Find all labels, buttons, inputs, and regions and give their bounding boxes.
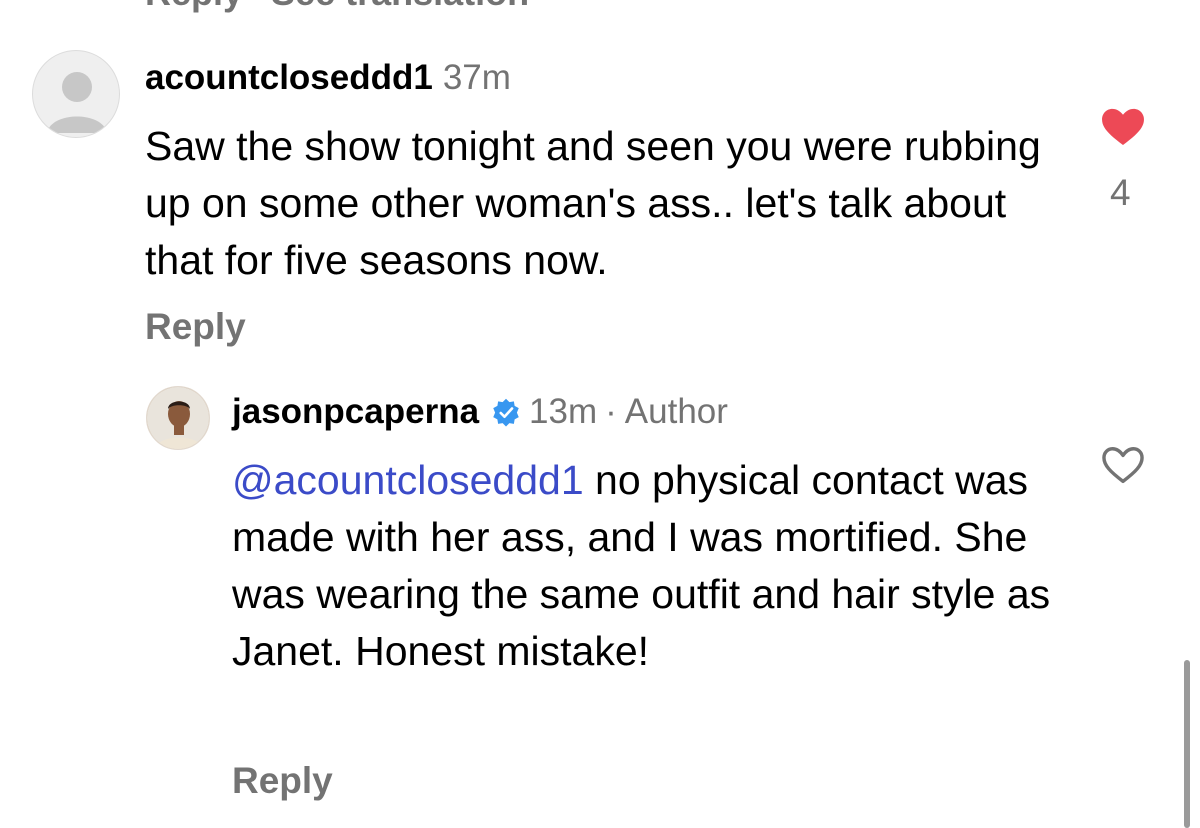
like-button[interactable] xyxy=(1100,444,1146,484)
comment-text: Saw the show tonight and seen you were r… xyxy=(145,123,1041,283)
like-count: 4 xyxy=(1110,172,1131,213)
heart-outline-icon xyxy=(1102,447,1144,484)
reply-button[interactable]: Reply xyxy=(232,760,333,802)
author-label: Author xyxy=(624,392,728,431)
comment-header: jasonpcaperna 13m · Author xyxy=(232,392,728,432)
verified-badge-icon xyxy=(491,397,521,427)
reply-button[interactable]: Reply xyxy=(145,306,246,348)
heart-filled-icon xyxy=(1102,108,1144,146)
avatar[interactable] xyxy=(146,386,210,450)
comment-header: acountcloseddd1 37m xyxy=(145,58,511,98)
like-button[interactable] xyxy=(1100,106,1146,146)
username[interactable]: acountcloseddd1 xyxy=(145,58,433,97)
previous-comment-actions: Reply See translation xyxy=(145,0,529,14)
timestamp: 37m xyxy=(442,58,511,97)
see-translation-link[interactable]: See translation xyxy=(271,0,529,13)
separator: · xyxy=(605,392,617,431)
default-avatar-icon xyxy=(47,72,107,133)
username[interactable]: jasonpcaperna xyxy=(232,392,479,432)
avatar[interactable] xyxy=(32,50,120,138)
timestamp: 13m xyxy=(529,392,598,431)
comment-text: @acountcloseddd1 no physical contact was… xyxy=(232,452,1092,680)
scrollbar[interactable] xyxy=(1184,660,1190,828)
profile-photo xyxy=(147,387,209,449)
reply-link[interactable]: Reply xyxy=(145,0,243,13)
mention-link[interactable]: @acountcloseddd1 xyxy=(232,457,584,503)
